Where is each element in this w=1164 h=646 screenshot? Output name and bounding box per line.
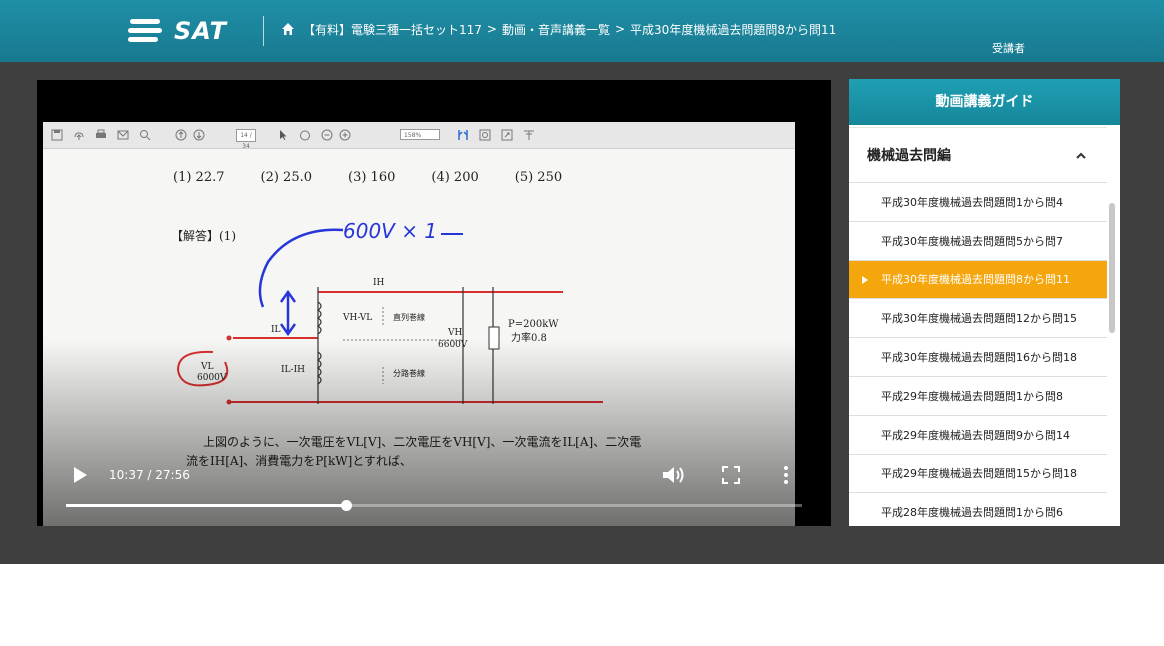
progress-knob[interactable] — [340, 500, 352, 511]
breadcrumb-separator: > — [486, 22, 497, 36]
time-display: 10:37 / 27:56 — [109, 468, 190, 482]
lecture-item[interactable]: 平成29年度機械過去問題問1から問8 — [849, 377, 1107, 416]
breadcrumb-lecture-list[interactable]: 動画・音声講義一覧 — [502, 21, 610, 38]
header-divider — [263, 16, 264, 46]
video-player[interactable]: 14 / 34 158% (1) 22.7 (2) 25.0 (3) 160 (… — [37, 80, 831, 526]
play-triangle-icon — [862, 275, 868, 284]
play-icon[interactable] — [72, 466, 88, 484]
lecture-label: 平成30年度機械過去問題問5から問7 — [881, 234, 1063, 248]
lecture-label: 平成29年度機械過去問題問9から問14 — [881, 428, 1070, 442]
svg-text:VL: VL — [200, 362, 213, 372]
lecture-label: 平成30年度機械過去問題問1から問4 — [881, 195, 1063, 209]
lecture-label: 平成30年度機械過去問題問12から問15 — [881, 312, 1077, 326]
user-label[interactable]: 受講者 — [992, 40, 1025, 56]
breadcrumb: 【有料】電験三種一括セット117 > 動画・音声講義一覧 > 平成30年度機械過… — [281, 19, 836, 39]
svg-text:VH-VL: VH-VL — [342, 313, 372, 323]
progress-fill — [66, 504, 346, 507]
section-title: 機械過去問編 — [867, 148, 951, 164]
svg-text:6600V: 6600V — [438, 340, 468, 350]
svg-text:P=200kW: P=200kW — [508, 319, 559, 330]
guide-title: 動画講義ガイド — [849, 79, 1120, 125]
section-header[interactable]: 機械過去問編 — [849, 127, 1107, 183]
lecture-item[interactable]: 平成30年度機械過去問題問5から問7 — [849, 222, 1107, 261]
top-header: SAT 【有料】電験三種一括セット117 > 動画・音声講義一覧 > 平成30年… — [0, 0, 1164, 62]
lecture-label: 平成29年度機械過去問題問1から問8 — [881, 389, 1063, 403]
svg-text:IL-IH: IL-IH — [281, 365, 305, 375]
lecture-item[interactable]: 平成29年度機械過去問題問15から問18 — [849, 455, 1107, 494]
sat-logo[interactable]: SAT — [128, 14, 227, 48]
logo-mark-icon — [128, 18, 162, 44]
lecture-item[interactable]: 平成30年度機械過去問題問1から問4 — [849, 183, 1107, 222]
problem-text-line-1: 上図のように、一次電圧をVL[V]、二次電圧をVH[V]、一次電流をIL[A]、… — [203, 435, 642, 449]
lecture-item[interactable]: 平成30年度機械過去問題問12から問15 — [849, 299, 1107, 339]
lecture-label: 平成28年度機械過去問題問1から問6 — [881, 506, 1063, 520]
svg-text:6000V: 6000V — [197, 373, 227, 383]
lecture-item[interactable]: 平成29年度機械過去問題問9から問14 — [849, 416, 1107, 455]
svg-text:600V × 1: 600V × 1 — [343, 219, 437, 243]
lecture-guide-panel: 動画講義ガイド 機械過去問編 平成30年度機械過去問題問1から問4 平成30年度… — [849, 79, 1120, 526]
more-options-icon[interactable] — [781, 464, 791, 486]
lecture-label: 平成30年度機械過去問題問16から問18 — [881, 351, 1077, 365]
volume-icon[interactable] — [661, 464, 687, 486]
svg-text:分路巻線: 分路巻線 — [393, 368, 425, 378]
lecture-item[interactable]: 平成28年度機械過去問題問1から問6 — [849, 493, 1107, 526]
breadcrumb-separator: > — [614, 22, 626, 36]
chevron-up-icon[interactable] — [1075, 151, 1087, 159]
lecture-label: 平成29年度機械過去問題問15から問18 — [881, 467, 1077, 481]
video-controls: 10:37 / 27:56 — [37, 458, 831, 518]
svg-text:直列巻線: 直列巻線 — [393, 312, 425, 322]
home-icon[interactable] — [281, 22, 295, 36]
lecture-label: 平成30年度機械過去問題問8から問11 — [881, 273, 1070, 287]
lecture-list: 機械過去問編 平成30年度機械過去問題問1から問4 平成30年度機械過去問題問5… — [849, 127, 1107, 526]
guide-scrollbar[interactable] — [1109, 203, 1115, 333]
progress-bar[interactable] — [66, 500, 802, 511]
svg-text:力率0.8: 力率0.8 — [511, 331, 547, 344]
fullscreen-icon[interactable] — [722, 466, 740, 484]
svg-text:VH: VH — [447, 328, 462, 338]
lecture-item-active[interactable]: 平成30年度機械過去問題問8から問11 — [849, 260, 1107, 300]
lecture-item[interactable]: 平成30年度機械過去問題問16から問18 — [849, 338, 1107, 377]
breadcrumb-course[interactable]: 【有料】電験三種一括セット117 — [303, 21, 482, 38]
breadcrumb-current: 平成30年度機械過去問題問8から問11 — [630, 22, 837, 37]
svg-text:IL: IL — [271, 325, 281, 335]
logo-text: SAT — [174, 17, 227, 45]
svg-text:IH: IH — [373, 278, 385, 288]
